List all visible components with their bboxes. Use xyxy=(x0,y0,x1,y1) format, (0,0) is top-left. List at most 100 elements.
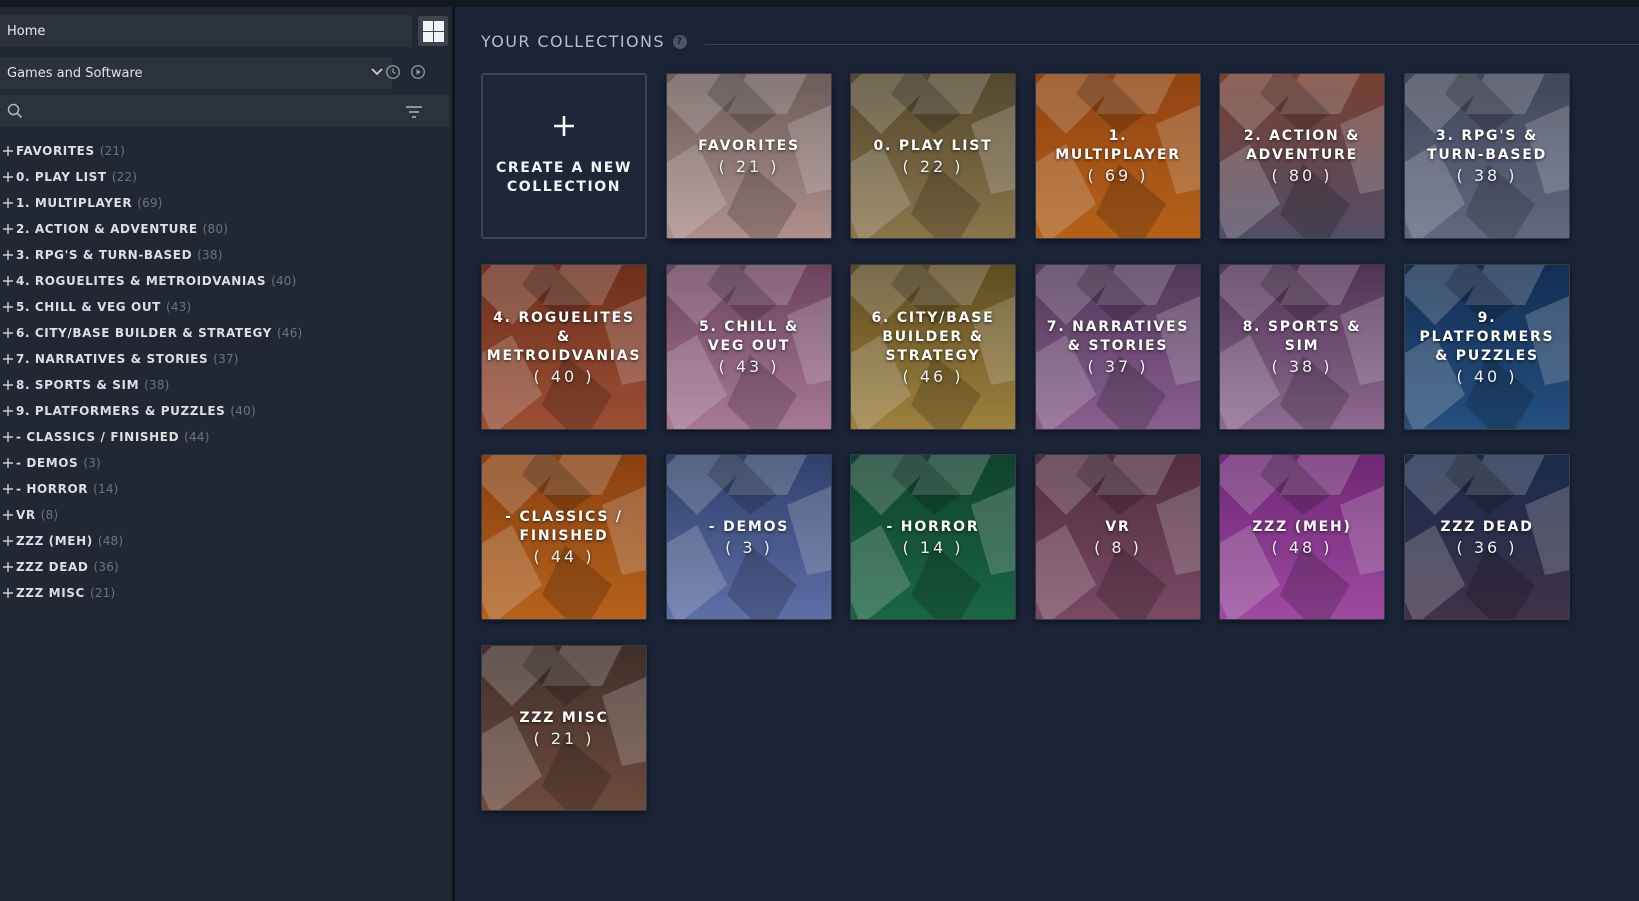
collection-count: (22) xyxy=(111,170,138,184)
filter-row: Games and Software xyxy=(0,57,451,89)
sidebar-collection-item[interactable]: 1. MULTIPLAYER (69) xyxy=(0,190,451,216)
tile-count: ( 36 ) xyxy=(1456,537,1518,557)
expand-plus-icon[interactable] xyxy=(0,510,16,520)
tile-name: ZZZ (MEH) xyxy=(1252,518,1352,535)
collection-tile[interactable]: ZZZ DEAD ( 36 ) xyxy=(1404,454,1570,620)
collection-tile[interactable]: 8. SPORTS & SIM ( 38 ) xyxy=(1219,264,1385,430)
tile-count: ( 43 ) xyxy=(718,357,780,376)
expand-plus-icon[interactable] xyxy=(0,354,16,364)
expand-plus-icon[interactable] xyxy=(0,536,16,546)
search-bar xyxy=(0,95,449,127)
collection-tile[interactable]: 5. CHILL & VEG OUT ( 43 ) xyxy=(666,264,832,430)
sidebar-collection-item[interactable]: - CLASSICS / FINISHED (44) xyxy=(0,424,451,450)
collection-count: (43) xyxy=(165,300,192,314)
collection-name: 2. ACTION & ADVENTURE xyxy=(16,222,198,236)
sidebar-collection-item[interactable]: - HORROR (14) xyxy=(0,476,451,502)
expand-plus-icon[interactable] xyxy=(0,250,16,260)
expand-plus-icon[interactable] xyxy=(0,458,16,468)
sidebar-collection-item[interactable]: ZZZ MISC (21) xyxy=(0,580,451,606)
collection-tile[interactable]: 2. ACTION & ADVENTURE ( 80 ) xyxy=(1219,73,1385,239)
filter-lines-icon[interactable] xyxy=(405,104,423,123)
search-input[interactable] xyxy=(32,99,396,125)
collection-count: (37) xyxy=(213,352,239,366)
sidebar-collection-item[interactable]: 2. ACTION & ADVENTURE (80) xyxy=(0,216,451,242)
play-circle-icon[interactable] xyxy=(410,64,428,82)
collection-tile[interactable]: ZZZ MISC ( 21 ) xyxy=(481,645,647,811)
collection-count: (48) xyxy=(97,534,124,548)
tile-name: VR xyxy=(1105,518,1131,535)
grid-view-button[interactable] xyxy=(418,16,448,46)
expand-plus-icon[interactable] xyxy=(0,562,16,572)
collection-name: 3. RPG'S & TURN-BASED xyxy=(16,248,193,262)
collection-tile[interactable]: - DEMOS ( 3 ) xyxy=(666,454,832,620)
expand-plus-icon[interactable] xyxy=(0,484,16,494)
tile-label: 5. CHILL & VEG OUT ( 43 ) xyxy=(677,265,821,429)
collection-name: ZZZ DEAD xyxy=(16,560,89,574)
collection-tile[interactable]: 6. CITY/BASE BUILDER & STRATEGY( 46 ) xyxy=(850,264,1016,430)
expand-plus-icon[interactable] xyxy=(0,432,16,442)
collection-tile[interactable]: 7. NARRATIVES & STORIES ( 37 ) xyxy=(1035,264,1201,430)
sidebar-collection-item[interactable]: FAVORITES (21) xyxy=(0,138,451,164)
expand-plus-icon[interactable] xyxy=(0,406,16,416)
collection-tile[interactable]: - HORROR ( 14 ) xyxy=(850,454,1016,620)
tile-name: 5. CHILL & VEG OUT xyxy=(698,319,800,354)
collection-tile[interactable]: 0. PLAY LIST ( 22 ) xyxy=(850,73,1016,239)
sidebar-collection-item[interactable]: 7. NARRATIVES & STORIES (37) xyxy=(0,346,451,372)
help-icon[interactable]: ? xyxy=(672,34,687,49)
collection-name: 0. PLAY LIST xyxy=(16,170,107,184)
expand-plus-icon[interactable] xyxy=(0,198,16,208)
create-collection-button[interactable]: CREATE A NEW COLLECTION xyxy=(481,73,647,239)
collection-name: FAVORITES xyxy=(16,144,95,158)
expand-plus-icon[interactable] xyxy=(0,146,16,156)
collection-tile[interactable]: 4. ROGUELITES & METROIDVANIAS( 40 ) xyxy=(481,264,647,430)
sidebar-collection-item[interactable]: 5. CHILL & VEG OUT (43) xyxy=(0,294,451,320)
plus-icon xyxy=(553,115,575,141)
sidebar-collection-item[interactable]: 4. ROGUELITES & METROIDVANIAS (40) xyxy=(0,268,451,294)
collection-name: - DEMOS xyxy=(16,456,79,470)
collection-tile[interactable]: 9. PLATFORMERS & PUZZLES( 40 ) xyxy=(1404,264,1570,430)
sidebar-collection-item[interactable]: 3. RPG'S & TURN-BASED (38) xyxy=(0,242,451,268)
expand-plus-icon[interactable] xyxy=(0,380,16,390)
tile-label: - HORROR ( 14 ) xyxy=(861,455,1005,619)
sidebar-collection-item[interactable]: - DEMOS (3) xyxy=(0,450,451,476)
collection-name: 9. PLATFORMERS & PUZZLES xyxy=(16,404,226,418)
expand-plus-icon[interactable] xyxy=(0,328,16,338)
collection-tile[interactable]: - CLASSICS / FINISHED ( 44 ) xyxy=(481,454,647,620)
expand-plus-icon[interactable] xyxy=(0,302,16,312)
tile-count: ( 80 ) xyxy=(1271,166,1333,185)
tile-name: ZZZ DEAD xyxy=(1440,518,1534,535)
tile-count: ( 3 ) xyxy=(725,537,773,557)
library-filter-dropdown[interactable]: Games and Software xyxy=(0,57,392,89)
sidebar-collection-item[interactable]: 0. PLAY LIST (22) xyxy=(0,164,451,190)
collection-tile[interactable]: FAVORITES ( 21 ) xyxy=(666,73,832,239)
tile-label: 1. MULTIPLAYER ( 69 ) xyxy=(1046,74,1190,238)
collection-tile[interactable]: 3. RPG'S & TURN-BASED ( 38 ) xyxy=(1404,73,1570,239)
expand-plus-icon[interactable] xyxy=(0,588,16,598)
recent-clock-icon[interactable] xyxy=(385,64,403,82)
expand-plus-icon[interactable] xyxy=(0,172,16,182)
sidebar-collection-item[interactable]: 9. PLATFORMERS & PUZZLES (40) xyxy=(0,398,451,424)
sidebar-collection-item[interactable]: VR (8) xyxy=(0,502,451,528)
sidebar-collection-item[interactable]: ZZZ (MEH) (48) xyxy=(0,528,451,554)
expand-plus-icon[interactable] xyxy=(0,276,16,286)
tile-name: - CLASSICS / FINISHED xyxy=(505,509,623,544)
tile-name: 8. SPORTS & SIM xyxy=(1242,319,1362,354)
collection-tile[interactable]: VR ( 8 ) xyxy=(1035,454,1201,620)
tile-count: ( 69 ) xyxy=(1087,166,1149,185)
collection-tile[interactable]: 1. MULTIPLAYER ( 69 ) xyxy=(1035,73,1201,239)
home-button[interactable]: Home xyxy=(0,15,412,47)
collection-tile[interactable]: ZZZ (MEH) ( 48 ) xyxy=(1219,454,1385,620)
expand-plus-icon[interactable] xyxy=(0,224,16,234)
collection-name: 4. ROGUELITES & METROIDVANIAS xyxy=(16,274,267,288)
collection-count: (8) xyxy=(40,508,59,522)
sidebar-collection-item[interactable]: 8. SPORTS & SIM (38) xyxy=(0,372,451,398)
collection-count: (40) xyxy=(230,404,256,418)
tile-count: ( 14 ) xyxy=(902,537,964,557)
tile-count: ( 21 ) xyxy=(718,156,780,176)
chevron-down-icon xyxy=(370,65,384,83)
sidebar-collection-item[interactable]: ZZZ DEAD (36) xyxy=(0,554,451,580)
sidebar-collection-item[interactable]: 6. CITY/BASE BUILDER & STRATEGY (46) xyxy=(0,320,451,346)
tile-count: ( 38 ) xyxy=(1456,166,1518,185)
create-collection-label: CREATE A NEW COLLECTION xyxy=(496,160,632,195)
collection-name: ZZZ MISC xyxy=(16,586,85,600)
